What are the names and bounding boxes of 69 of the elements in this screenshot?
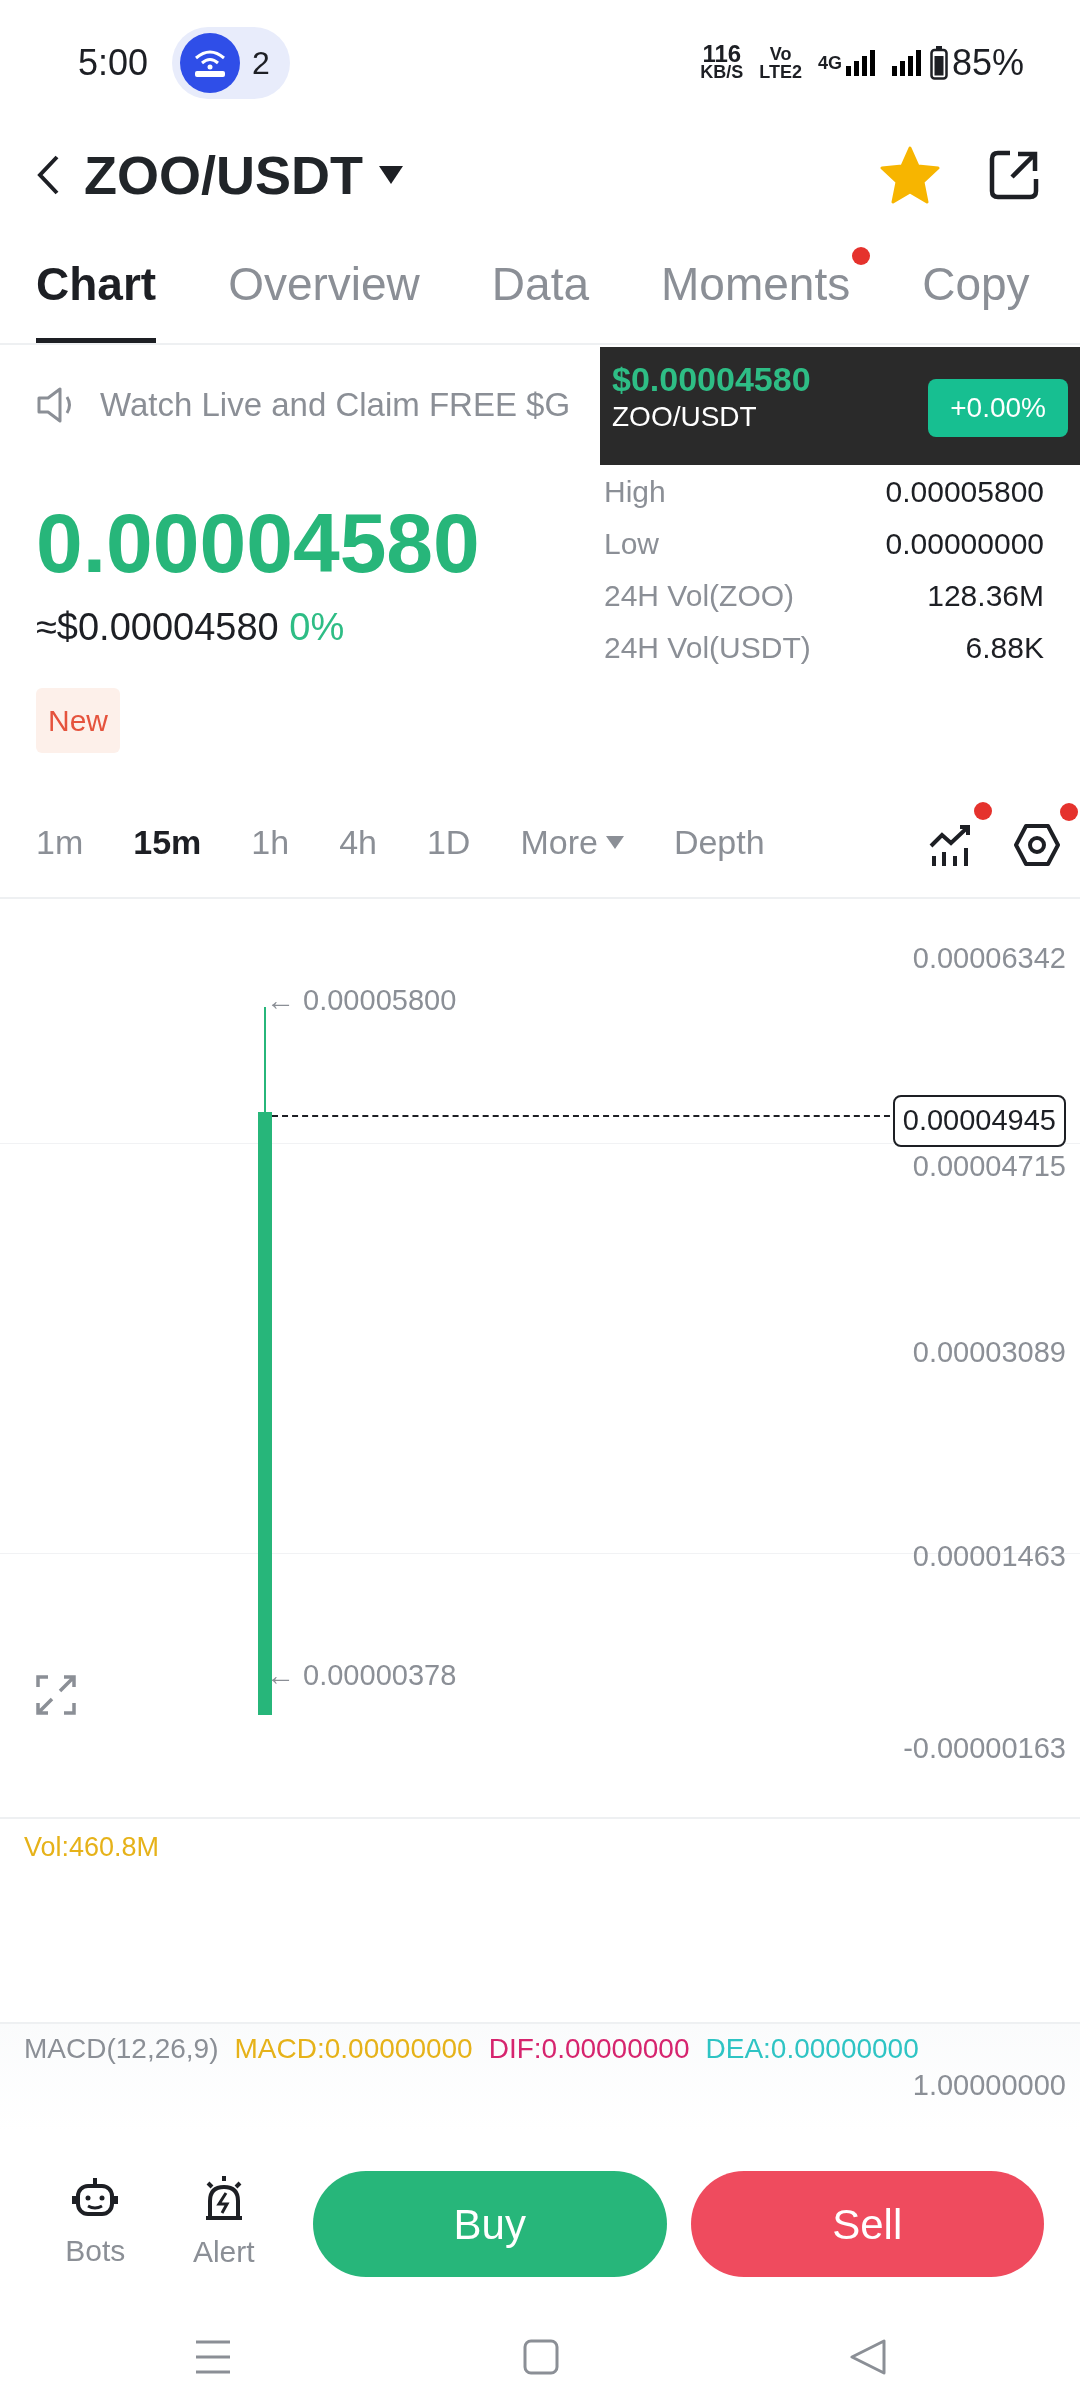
interval-tab[interactable]: 4h (339, 816, 377, 868)
interval-tab[interactable]: Depth (673, 816, 765, 868)
tab[interactable]: Data (491, 225, 589, 343)
volte-indicator: Vo LTE2 (759, 44, 802, 81)
popup-price: $0.00004580 (612, 359, 811, 399)
tab[interactable]: Moments (661, 225, 851, 343)
buy-button[interactable]: Buy (313, 2171, 667, 2277)
battery-level: 85% (951, 40, 1024, 85)
stat-value: 128.36M (927, 577, 1044, 614)
dif-value: DIF:0.00000000 (488, 2032, 690, 2066)
interval-tab[interactable]: 1m (36, 816, 84, 868)
axis-label: 0.00001463 (912, 1539, 1066, 1574)
low-price-marker: ← 0.00000378 (266, 1658, 457, 1693)
notification-count: 2 (252, 43, 270, 83)
network-speed: 116 KB/S (700, 44, 744, 81)
back-button[interactable] (36, 154, 60, 196)
price-change: 0% (289, 606, 345, 648)
fullscreen-button[interactable] (36, 1675, 76, 1715)
popup-pair: ZOO/USDT (612, 400, 757, 434)
pair-selector[interactable]: ZOO/USDT (84, 134, 403, 216)
macd-value: MACD:0.00000000 (234, 2032, 473, 2066)
share-icon (988, 149, 1040, 201)
interval-tab[interactable]: 1h (251, 816, 290, 868)
sell-button[interactable]: Sell (690, 2171, 1044, 2277)
axis-label: 1.00000000 (911, 2070, 1066, 2100)
stat-value: 0.00005800 (885, 473, 1044, 510)
axis-label: -0.00000163 (903, 1731, 1066, 1766)
high-price-marker: ← 0.00005800 (266, 983, 457, 1018)
status-time: 5:00 (78, 40, 149, 85)
stat-label: 24H Vol(ZOO) (604, 577, 795, 614)
home-icon (523, 2339, 559, 2375)
stat-label: Low (604, 525, 660, 562)
stat-value: 6.88K (965, 629, 1044, 666)
interval-tab[interactable]: 15m (133, 816, 202, 868)
battery-icon (929, 45, 948, 80)
bots-button[interactable]: Bots (56, 2175, 135, 2273)
back-icon (36, 154, 60, 196)
caret-icon (379, 166, 403, 184)
interval-tab[interactable]: 1D (426, 816, 471, 868)
dea-value: DEA:0.00000000 (705, 2032, 919, 2066)
menu-icon (193, 2339, 232, 2375)
stat-label: 24H Vol(USDT) (604, 629, 811, 666)
announcement-text[interactable]: Watch Live and Claim FREE $G (100, 380, 571, 430)
more-dropdown[interactable]: More (520, 816, 624, 868)
stat-label: High (604, 473, 666, 510)
tab[interactable]: Overview (228, 225, 420, 343)
stat-value: 0.00000000 (885, 525, 1044, 562)
axis-label: 0.00006342 (912, 941, 1066, 976)
tab[interactable]: Copy (922, 225, 1030, 343)
axis-label: 0.00003089 (912, 1335, 1066, 1370)
last-price-label: 0.00004945 (892, 1095, 1066, 1147)
usd-price: ≈$0.00004580 (36, 606, 279, 648)
last-price: 0.00004580 (36, 495, 480, 592)
signal-icon (845, 49, 876, 76)
network-type: 4G (817, 53, 842, 72)
new-tag: New (36, 688, 120, 753)
signal-icon (891, 49, 922, 76)
change-badge: +0.00% (928, 379, 1068, 437)
axis-label: 0.00004715 (912, 1149, 1066, 1184)
alert-button[interactable]: Alert (184, 2174, 263, 2274)
share-button[interactable] (988, 149, 1040, 201)
caret-icon (605, 835, 624, 849)
star-icon (880, 146, 940, 204)
macd-name: MACD(12,26,9) (24, 2032, 219, 2066)
back-icon (850, 2339, 887, 2375)
expand-icon (36, 1675, 76, 1715)
tab[interactable]: Chart (36, 225, 157, 343)
volume-label: Vol:460.8M (24, 1832, 160, 1862)
settings-icon (1014, 822, 1060, 867)
